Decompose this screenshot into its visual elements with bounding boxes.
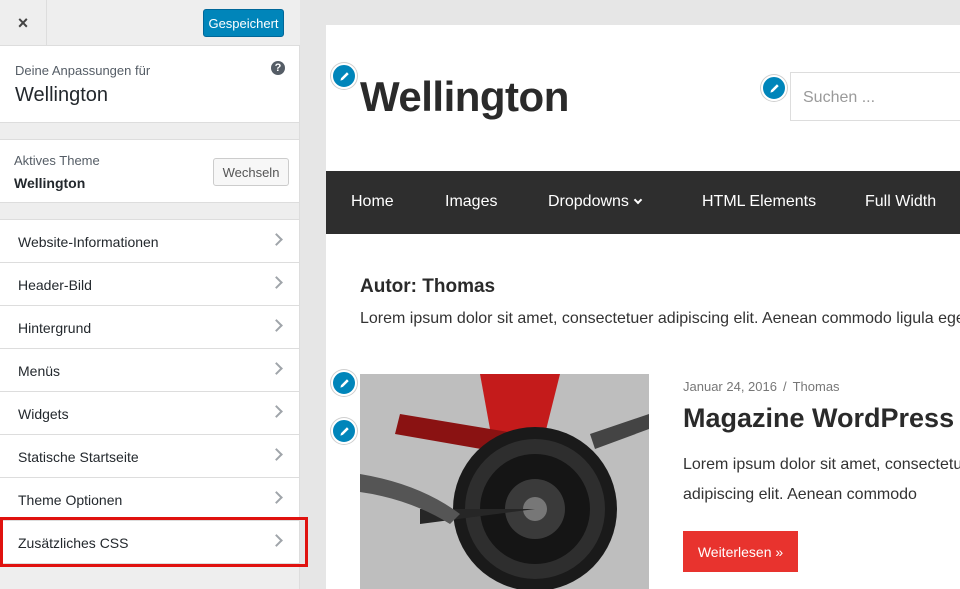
archive-description: Lorem ipsum dolor sit amet, consectetuer… [360, 310, 960, 327]
main-navigation: Home Images Dropdowns HTML Elements Full… [326, 171, 960, 234]
chevron-down-icon [633, 195, 643, 205]
section-widgets[interactable]: Widgets [0, 392, 299, 435]
active-theme-label: Aktives Theme [14, 153, 100, 168]
search-placeholder: Suchen ... [803, 89, 876, 106]
customizer-topbar: × Gespeichert [0, 0, 300, 46]
info-title: Wellington [15, 84, 109, 106]
section-header-image[interactable]: Header-Bild [0, 263, 299, 306]
chevron-right-icon [270, 362, 283, 375]
section-label: Header-Bild [18, 277, 92, 293]
active-theme-panel: Aktives Theme Wellington Wechseln [0, 139, 299, 203]
post-meta: Januar 24, 2016 / Thomas [683, 379, 840, 394]
bicycle-crankset-image [360, 374, 649, 589]
meta-separator: / [782, 379, 787, 394]
section-label: Widgets [18, 406, 69, 422]
customizer-section-list: Website-Informationen Header-Bild Hinter… [0, 219, 299, 564]
nav-item-full-width[interactable]: Full Width [865, 193, 936, 211]
section-label: Statische Startseite [18, 449, 139, 465]
close-icon[interactable]: × [0, 0, 47, 46]
save-button[interactable]: Gespeichert [203, 9, 284, 37]
edit-shortcut-pencil-icon[interactable] [331, 63, 357, 89]
section-menus[interactable]: Menüs [0, 349, 299, 392]
section-label: Theme Optionen [18, 492, 123, 508]
post-date[interactable]: Januar 24, 2016 [683, 379, 777, 394]
read-more-button[interactable]: Weiterlesen » [683, 531, 798, 572]
site-preview: Wellington Suchen ... Home Images Dropdo… [326, 25, 960, 589]
nav-item-images[interactable]: Images [445, 193, 497, 211]
chevron-right-icon [270, 276, 283, 289]
customizer-sidebar: × Gespeichert Deine Anpassungen für Well… [0, 0, 300, 589]
active-theme-name: Wellington [14, 175, 86, 191]
search-input[interactable]: Suchen ... [790, 72, 960, 121]
section-theme-options[interactable]: Theme Optionen [0, 478, 299, 521]
chevron-right-icon [270, 491, 283, 504]
help-icon[interactable]: ? [271, 61, 285, 75]
post-title[interactable]: Magazine WordPress Theme [683, 403, 960, 434]
customizer-info-panel: Deine Anpassungen für Wellington ? [0, 46, 299, 123]
switch-theme-button[interactable]: Wechseln [213, 158, 289, 186]
nav-item-label: Dropdowns [548, 193, 629, 210]
section-static-front-page[interactable]: Statische Startseite [0, 435, 299, 478]
chevron-right-icon [270, 448, 283, 461]
highlight-annotation [0, 517, 308, 567]
section-label: Website-Informationen [18, 234, 159, 250]
post-excerpt: Lorem ipsum dolor sit amet, consectetuer… [683, 456, 960, 503]
chevron-right-icon [270, 233, 283, 246]
section-label: Hintergrund [18, 320, 92, 336]
edit-shortcut-pencil-icon[interactable] [331, 370, 357, 396]
edit-shortcut-pencil-icon[interactable] [331, 418, 357, 444]
section-site-identity[interactable]: Website-Informationen [0, 220, 299, 263]
archive-title: Autor: Thomas [360, 276, 496, 297]
section-label: Menüs [18, 363, 61, 379]
chevron-right-icon [270, 319, 283, 332]
post-author[interactable]: Thomas [793, 379, 840, 394]
edit-shortcut-pencil-icon[interactable] [761, 75, 787, 101]
nav-item-html-elements[interactable]: HTML Elements [702, 193, 816, 211]
nav-item-dropdowns[interactable]: Dropdowns [548, 193, 643, 211]
site-title[interactable]: Wellington [360, 73, 569, 121]
post-thumbnail[interactable] [360, 374, 649, 589]
nav-item-home[interactable]: Home [351, 193, 394, 211]
chevron-right-icon [270, 405, 283, 418]
info-subtitle: Deine Anpassungen für [15, 63, 151, 78]
section-background[interactable]: Hintergrund [0, 306, 299, 349]
